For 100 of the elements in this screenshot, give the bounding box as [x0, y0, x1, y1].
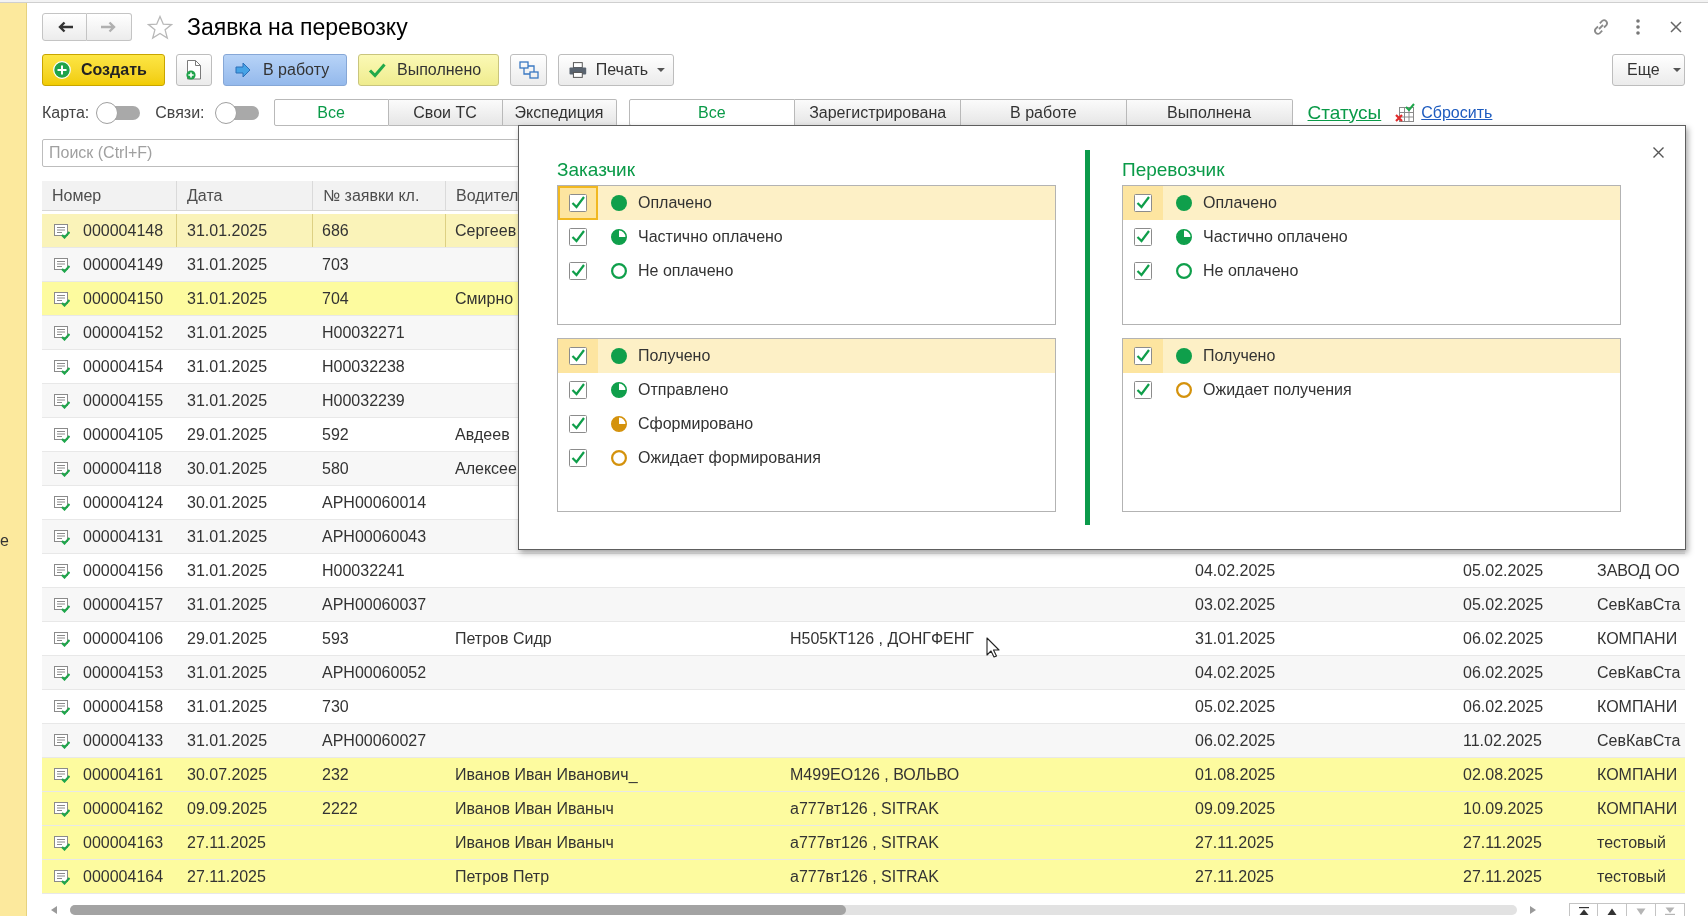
status-item[interactable]: Частично оплачено: [558, 220, 1055, 254]
scrollbar-thumb[interactable]: [70, 904, 846, 915]
filter-tab[interactable]: Экспедиция: [502, 99, 617, 126]
status-item[interactable]: Ожидает получения: [1123, 373, 1620, 407]
checkbox[interactable]: [1134, 262, 1152, 280]
table-cell: 000004105: [83, 424, 164, 445]
document-check-icon: [54, 392, 70, 409]
horizontal-scrollbar[interactable]: [70, 904, 1517, 915]
document-check-icon: [54, 766, 70, 783]
checkbox[interactable]: [569, 262, 587, 280]
checkbox[interactable]: [1134, 194, 1152, 212]
status-label: Отправлено: [638, 380, 729, 400]
check-icon: [368, 62, 386, 78]
status-item[interactable]: Оплачено: [558, 186, 1055, 220]
table-cell: 580: [322, 458, 349, 479]
filter-tab[interactable]: Все: [628, 99, 796, 126]
close-icon[interactable]: [1670, 21, 1682, 33]
checkbox[interactable]: [1134, 381, 1152, 399]
scroll-left-icon[interactable]: [51, 905, 57, 914]
more-icon[interactable]: [1636, 19, 1640, 35]
back-button[interactable]: [42, 13, 87, 41]
table-cell: 000004164: [83, 866, 164, 887]
checkbox[interactable]: [569, 381, 587, 399]
checkbox[interactable]: [1134, 347, 1152, 365]
table-cell: 000004118: [83, 458, 162, 479]
status-item[interactable]: Не оплачено: [558, 254, 1055, 288]
create-button[interactable]: Создать: [42, 54, 165, 86]
table-cell: 31.01.2025: [187, 662, 268, 683]
filter-tab[interactable]: В работе: [961, 99, 1127, 126]
to-work-button[interactable]: В работу: [223, 54, 347, 86]
scroll-bottom-icon: [1665, 907, 1675, 915]
block-arrow-icon: [235, 62, 251, 78]
table-cell: 000004106: [83, 628, 164, 649]
table-row[interactable]: 000004133 31.01.2025 АРН00060027 06.02.2025 11.02.2025 СевКавСта: [42, 724, 1685, 758]
toggle-switch[interactable]: [96, 101, 141, 124]
checkbox[interactable]: [569, 228, 587, 246]
table-cell: 06.02.2025: [1463, 628, 1544, 649]
checkbox[interactable]: [569, 194, 587, 212]
filter-tab[interactable]: Свои ТС: [388, 99, 503, 126]
checkbox[interactable]: [1134, 228, 1152, 246]
more-button[interactable]: Еще: [1612, 54, 1685, 86]
table-cell: 232: [322, 764, 349, 785]
table-cell: тестовый: [1597, 866, 1667, 887]
statuses-link[interactable]: Статусы: [1307, 101, 1382, 124]
close-icon[interactable]: [1653, 147, 1664, 158]
status-item[interactable]: Сформировано: [558, 407, 1055, 441]
table-row[interactable]: 000004164 27.11.2025 Петров Петр а777вт126 , SITRAK 27.11.2025 27.11.2025 тестовый: [42, 860, 1685, 894]
star-icon[interactable]: [147, 14, 173, 40]
checkbox[interactable]: [569, 347, 587, 365]
table-cell: Авдеев: [455, 424, 510, 445]
scroll-up-button[interactable]: [1598, 903, 1627, 916]
table-cell: 000004154: [83, 356, 164, 377]
done-button[interactable]: Выполнено: [358, 54, 499, 86]
mouse-pointer-icon: [986, 637, 1000, 658]
reset-link[interactable]: Сбросить: [1421, 100, 1493, 125]
table-cross-icon[interactable]: [1395, 102, 1416, 123]
status-item[interactable]: Оплачено: [1123, 186, 1620, 220]
table-cell: 27.11.2025: [187, 832, 266, 853]
checkbox[interactable]: [569, 449, 587, 467]
table-cell: 06.02.2025: [1463, 662, 1544, 683]
filter-tab[interactable]: Зарегистрирована: [795, 99, 962, 126]
table-row[interactable]: 000004161 30.07.2025 232 Иванов Иван Иванович_ М499ЕО126 , ВОЛЬВО 01.08.2025 02.08.2025 КОМПАНИ: [42, 758, 1685, 792]
scroll-top-button[interactable]: [1569, 903, 1598, 916]
table-row[interactable]: 000004163 27.11.2025 Иванов Иван Иваныч а777вт126 , SITRAK 27.11.2025 27.11.2025 тестовый: [42, 826, 1685, 860]
table-cell: 000004156: [83, 560, 164, 581]
scroll-up-icon: [1607, 907, 1617, 915]
table-cell: КОМПАНИ: [1597, 798, 1678, 819]
status-item[interactable]: Отправлено: [558, 373, 1055, 407]
table-cell: АРН00060014: [322, 492, 427, 513]
table-cell: 04.02.2025: [1195, 560, 1276, 581]
print-button[interactable]: Печать: [558, 54, 674, 86]
checkbox[interactable]: [569, 415, 587, 433]
table-cell: 31.01.2025: [187, 254, 268, 275]
status-label: Оплачено: [1203, 193, 1277, 213]
status-item[interactable]: Ожидает формирования: [558, 441, 1055, 475]
status-item[interactable]: Получено: [1123, 339, 1620, 373]
table-cell: 31.01.2025: [1195, 628, 1276, 649]
new-document-button[interactable]: [176, 54, 212, 86]
table-row[interactable]: 000004157 31.01.2025 АРН00060037 03.02.2025 05.02.2025 СевКавСта: [42, 588, 1685, 622]
table-row[interactable]: 000004153 31.01.2025 АРН00060052 04.02.2025 06.02.2025 СевКавСта: [42, 656, 1685, 690]
table-cell: АРН00060037: [322, 594, 427, 615]
linked-boxes-button[interactable]: [510, 54, 547, 86]
table-cell: Смирно: [455, 288, 514, 309]
table-cell: 27.11.2025: [1195, 832, 1274, 853]
table-cell: 686: [322, 220, 349, 241]
table-cell: АРН00060052: [322, 662, 427, 683]
filter-tab[interactable]: Выполнена: [1126, 99, 1293, 126]
document-plus-icon: [185, 60, 203, 80]
table-row[interactable]: 000004162 09.09.2025 2222 Иванов Иван Иваныч а777вт126 , SITRAK 09.09.2025 10.09.2025 КОМПАНИ: [42, 792, 1685, 826]
link-icon[interactable]: [1591, 17, 1611, 37]
status-item[interactable]: Получено: [558, 339, 1055, 373]
table-cell: Алексее: [455, 458, 517, 479]
scroll-right-icon[interactable]: [1530, 905, 1536, 914]
status-item[interactable]: Частично оплачено: [1123, 220, 1620, 254]
document-check-icon: [54, 494, 70, 511]
scroll-bottom-button[interactable]: [1656, 903, 1685, 916]
status-item[interactable]: Не оплачено: [1123, 254, 1620, 288]
filter-tab[interactable]: Все: [273, 99, 389, 126]
toggle-switch[interactable]: [214, 101, 259, 124]
column-header: Водител: [456, 185, 519, 206]
